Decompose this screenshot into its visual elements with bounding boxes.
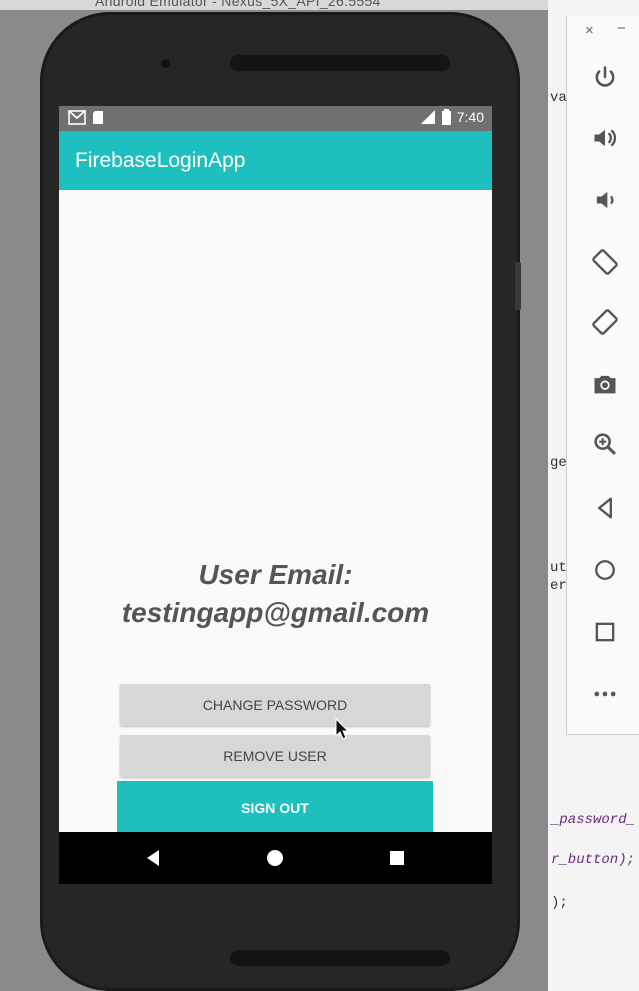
android-nav-bar (59, 832, 492, 884)
ide-code-line: r_button); (551, 852, 636, 868)
phone-side-button[interactable] (515, 262, 521, 310)
close-icon[interactable]: × (585, 22, 594, 39)
nav-back-icon[interactable] (141, 846, 165, 870)
ide-code-line: ); (551, 895, 568, 911)
status-system-icons: 7:40 (420, 109, 484, 125)
remove-user-button[interactable]: REMOVE USER (120, 735, 430, 777)
signal-icon (420, 110, 435, 124)
emulator-window-title: Android Emulator - Nexus_5X_API_26:5554 (0, 0, 560, 10)
status-notifications (68, 110, 104, 125)
device-screen: 7:40 FirebaseLoginApp User Email: testin… (59, 106, 492, 884)
more-icon[interactable] (587, 676, 623, 712)
rotate-right-icon[interactable] (587, 304, 623, 340)
home-icon[interactable] (587, 552, 623, 588)
volume-down-icon[interactable] (587, 182, 623, 218)
nav-overview-icon[interactable] (385, 846, 409, 870)
overview-icon[interactable] (587, 614, 623, 650)
ide-code-line: ut (550, 560, 567, 576)
status-bar: 7:40 (59, 106, 492, 131)
mouse-cursor-icon (335, 718, 349, 740)
sign-out-button[interactable]: SIGN OUT (117, 781, 433, 835)
bottom-speaker (230, 950, 450, 966)
ide-code-line: er (550, 578, 567, 594)
gmail-icon (68, 110, 86, 125)
volume-up-icon[interactable] (587, 120, 623, 156)
ide-code-line: _password_ (551, 812, 636, 828)
toolbar-window-controls: × − (567, 20, 639, 42)
rotate-left-icon[interactable] (587, 244, 623, 280)
camera-icon[interactable] (587, 366, 623, 402)
minimize-icon[interactable]: − (617, 20, 626, 37)
status-time: 7:40 (456, 109, 484, 125)
nav-home-icon[interactable] (263, 846, 287, 870)
power-icon[interactable] (587, 60, 623, 96)
ide-code-line: va (550, 90, 567, 106)
app-title: FirebaseLoginApp (75, 149, 246, 172)
app-bar: FirebaseLoginApp (59, 131, 492, 190)
battery-icon (441, 109, 451, 125)
top-speaker (230, 55, 450, 71)
user-email-value: testingapp@gmail.com (121, 597, 430, 628)
change-password-button[interactable]: CHANGE PASSWORD (120, 684, 430, 726)
back-icon[interactable] (587, 490, 623, 526)
zoom-icon[interactable] (587, 426, 623, 462)
front-camera (161, 59, 170, 68)
emulator-toolbar: × − (566, 16, 639, 735)
ide-code-line: ge (550, 455, 567, 471)
user-email-label: User Email: (198, 559, 353, 590)
sd-card-icon (93, 111, 103, 124)
window-title-text: Android Emulator - Nexus_5X_API_26:5554 (95, 0, 381, 9)
